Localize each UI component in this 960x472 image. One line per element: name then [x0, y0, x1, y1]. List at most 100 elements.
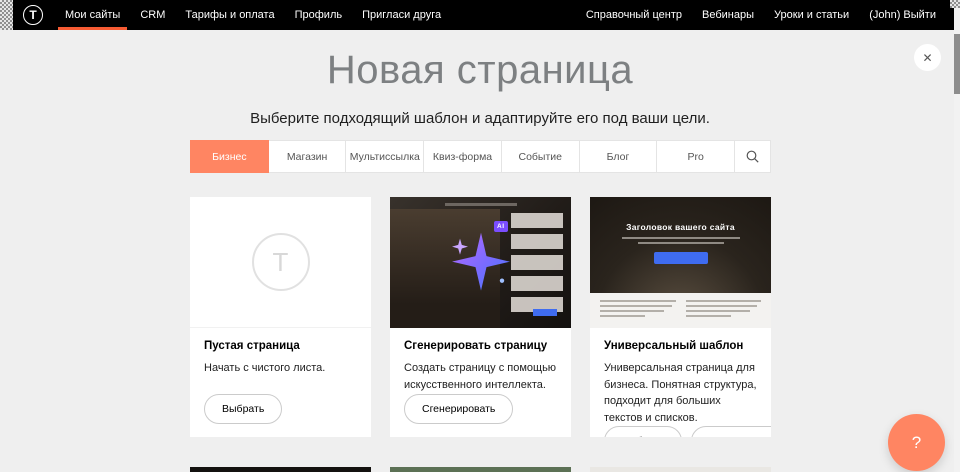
- decor-row: [511, 213, 563, 228]
- decor-text-column: [600, 300, 676, 328]
- preview-text-section: [590, 293, 771, 328]
- vertical-scrollbar[interactable]: [954, 0, 960, 472]
- decor-line: [686, 310, 750, 312]
- decor-line: [600, 310, 664, 312]
- nav-item-profile[interactable]: Профиль: [285, 0, 353, 30]
- nav-item-tariffs[interactable]: Тарифы и оплата: [175, 0, 284, 30]
- scrollbar-thumb[interactable]: [954, 34, 960, 94]
- top-navbar: T Мои сайты CRM Тарифы и оплата Профиль …: [0, 0, 960, 30]
- tab-quiz-form[interactable]: Квиз-форма: [424, 140, 502, 173]
- card-body: Сгенерировать страницу Создать страницу …: [390, 328, 571, 437]
- nav-item-label: Мои сайты: [65, 9, 120, 21]
- card-body: Пустая страница Начать с чистого листа. …: [190, 328, 371, 437]
- checker-decoration: [950, 0, 960, 8]
- tilda-logo-icon[interactable]: T: [23, 5, 43, 25]
- tab-label: Событие: [518, 151, 562, 163]
- card-actions: Выбрать: [204, 394, 357, 424]
- decor-line: [686, 300, 762, 302]
- tab-blog[interactable]: Блог: [580, 140, 658, 173]
- nav-item-webinars[interactable]: Вебинары: [692, 0, 764, 30]
- template-cards-grid: T Пустая страница Начать с чистого листа…: [190, 197, 771, 437]
- nav-item-crm[interactable]: CRM: [130, 0, 175, 30]
- card-blank-page: T Пустая страница Начать с чистого листа…: [190, 197, 371, 437]
- tab-business[interactable]: Бизнес: [190, 140, 269, 173]
- page-title: Новая страница: [0, 48, 960, 93]
- tab-label: Блог: [607, 151, 630, 163]
- generate-page-thumbnail[interactable]: AI: [390, 197, 571, 328]
- tab-label: Pro: [688, 151, 704, 163]
- nav-item-label: (John) Выйти: [869, 9, 936, 21]
- decor-text-column: [686, 300, 762, 328]
- tab-shop[interactable]: Магазин: [269, 140, 347, 173]
- card-actions: Сгенерировать: [404, 394, 557, 424]
- card-title: Универсальный шаблон: [604, 340, 757, 352]
- card-actions: Выбрать Посмотреть: [604, 426, 757, 437]
- template-thumbnail-partial[interactable]: [590, 467, 771, 472]
- preview-blue-button: [654, 252, 708, 264]
- preview-site-title: Заголовок вашего сайта: [590, 197, 771, 232]
- tab-label: Бизнес: [212, 151, 246, 163]
- help-button[interactable]: ?: [888, 414, 945, 471]
- nav-item-label: Справочный центр: [586, 9, 682, 21]
- generate-button[interactable]: Сгенерировать: [404, 394, 513, 424]
- page-subtitle: Выберите подходящий шаблон и адаптируйте…: [0, 110, 960, 127]
- search-icon: [746, 150, 759, 163]
- tab-label: Магазин: [287, 151, 328, 163]
- tilda-logo-outline-icon: T: [252, 233, 310, 291]
- decor-row: [511, 234, 563, 249]
- universal-template-thumbnail[interactable]: Заголовок вашего сайта: [590, 197, 771, 328]
- nav-item-label: Пригласи друга: [362, 9, 441, 21]
- blank-page-thumbnail[interactable]: T: [190, 197, 371, 328]
- tab-pro[interactable]: Pro: [657, 140, 735, 173]
- decor-row: [511, 255, 563, 270]
- navbar-right-group: Справочный центр Вебинары Уроки и статьи…: [576, 0, 960, 30]
- decor-line: [445, 203, 517, 206]
- decor-line: [600, 315, 645, 317]
- nav-item-logout[interactable]: (John) Выйти: [859, 0, 946, 30]
- card-description: Начать с чистого листа.: [204, 360, 357, 377]
- tab-label: Квиз-форма: [433, 151, 492, 163]
- card-generate-page: AI Сгенерировать страницу Создать страни…: [390, 197, 571, 437]
- ai-sparkle-star-icon: [448, 228, 514, 294]
- nav-item-label: Профиль: [295, 9, 343, 21]
- decor-line: [600, 305, 672, 307]
- decor-row: [511, 276, 563, 291]
- nav-item-label: Тарифы и оплата: [185, 9, 274, 21]
- nav-item-label: Уроки и статьи: [774, 9, 849, 21]
- template-thumbnail-partial[interactable]: [190, 467, 371, 472]
- question-mark-icon: ?: [912, 433, 921, 453]
- tab-multilink[interactable]: Мультиссылка: [346, 140, 424, 173]
- decor-line: [638, 242, 724, 244]
- next-row-templates-partial: [190, 467, 771, 472]
- checker-decoration: [0, 0, 13, 30]
- decor-line: [600, 300, 676, 302]
- select-universal-button[interactable]: Выбрать: [604, 426, 682, 437]
- new-page-dialog-screen: T Мои сайты CRM Тарифы и оплата Профиль …: [0, 0, 960, 472]
- card-universal-template: Заголовок вашего сайта: [590, 197, 771, 437]
- template-thumbnail-partial[interactable]: [390, 467, 571, 472]
- decor-blue-button: [533, 309, 557, 316]
- template-category-tabs: Бизнес Магазин Мультиссылка Квиз-форма С…: [190, 140, 771, 173]
- nav-item-label: CRM: [140, 9, 165, 21]
- tab-event[interactable]: Событие: [502, 140, 580, 173]
- decor-panel: [511, 213, 563, 318]
- nav-item-my-sites[interactable]: Мои сайты: [55, 0, 130, 30]
- card-title: Пустая страница: [204, 340, 357, 352]
- decor-line: [622, 237, 740, 239]
- select-blank-button[interactable]: Выбрать: [204, 394, 282, 424]
- nav-item-lessons[interactable]: Уроки и статьи: [764, 0, 859, 30]
- logo-letter: T: [29, 8, 36, 22]
- nav-item-invite-friend[interactable]: Пригласи друга: [352, 0, 451, 30]
- card-description: Универсальная страница для бизнеса. Поня…: [604, 360, 757, 426]
- ai-badge: AI: [494, 221, 508, 232]
- nav-item-help-center[interactable]: Справочный центр: [576, 0, 692, 30]
- decor-line: [686, 305, 758, 307]
- logo-letter: T: [273, 247, 289, 278]
- tab-label: Мультиссылка: [350, 151, 420, 163]
- card-body: Универсальный шаблон Универсальная стран…: [590, 328, 771, 437]
- preview-hero-section: Заголовок вашего сайта: [590, 197, 771, 293]
- view-universal-button[interactable]: Посмотреть: [691, 426, 771, 437]
- decor-line: [686, 315, 731, 317]
- card-description: Создать страницу с помощью искусственног…: [404, 360, 557, 393]
- tab-search[interactable]: [735, 140, 771, 173]
